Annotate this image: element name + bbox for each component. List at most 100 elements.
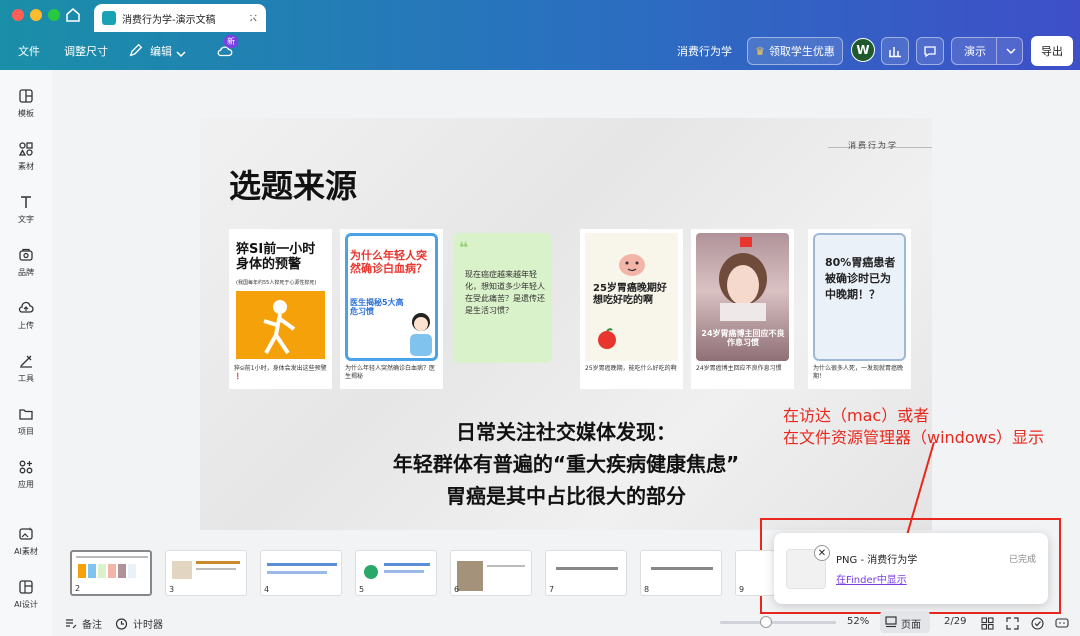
- card-headline: 24岁胃癌博主回应不良作息习惯: [701, 329, 785, 348]
- slide-thumbnail[interactable]: 8: [640, 550, 722, 596]
- slide-thumbnail[interactable]: 3: [165, 550, 247, 596]
- close-icon[interactable]: ✕: [814, 545, 830, 561]
- slide-title[interactable]: 选题来源: [229, 161, 357, 207]
- annotation-text: 在访达（mac）或者: [783, 406, 930, 425]
- home-icon[interactable]: [64, 6, 84, 26]
- minimize-window-button[interactable]: [30, 9, 42, 21]
- post-thumbnail: 猝SI前一小时身体的预警 (我国每年约55人猝死于心源性猝死): [234, 233, 327, 361]
- social-post-card[interactable]: 为什么年轻人突然确诊白血病？ 医生揭秘5大高危习惯 为什么年轻人突然确诊白血病？…: [340, 229, 443, 389]
- tools-icon: [20, 355, 32, 368]
- sidebar-item-projects[interactable]: 项目: [0, 406, 52, 450]
- comment-button[interactable]: [916, 37, 944, 65]
- slide-thumbnail[interactable]: 5: [355, 550, 437, 596]
- slide-body-line[interactable]: 年轻群体有普遍的“重大疾病健康焦虑”: [200, 448, 932, 477]
- apps-icon: [19, 460, 33, 474]
- app-logo-icon: [102, 11, 116, 25]
- chevron-down-icon[interactable]: [176, 44, 186, 63]
- close-window-button[interactable]: [12, 9, 24, 21]
- chat-icon[interactable]: [1055, 615, 1069, 634]
- present-button[interactable]: 演示: [951, 37, 1023, 65]
- tab-title: 消费行为学-演示文稿: [122, 14, 216, 26]
- slide-thumbnail[interactable]: 4: [260, 550, 342, 596]
- sidebar-item-tools[interactable]: 工具: [0, 353, 52, 397]
- sidebar-label: AI设计: [14, 600, 38, 609]
- page-view-toggle[interactable]: 页面: [880, 611, 930, 633]
- main-toolbar: 文件 调整尺寸 编辑 新 消费行为学 ♛ 领取学生优惠 W 演示 导出: [0, 32, 1080, 70]
- slide-thumbnail[interactable]: 9: [735, 550, 775, 596]
- social-post-card[interactable]: 猝SI前一小时身体的预警 (我国每年约55人猝死于心源性猝死) 猝si前1小时，…: [229, 229, 332, 389]
- face-sticker-icon: [619, 254, 645, 276]
- sidebar-item-templates[interactable]: 模板: [0, 88, 52, 132]
- sidebar-item-apps[interactable]: 应用: [0, 459, 52, 503]
- social-post-card[interactable]: 24岁胃癌博主回应不良作息习惯 24岁胃癌博主回应不良作息习惯: [691, 229, 794, 389]
- slide-number: 6: [454, 585, 460, 594]
- export-button[interactable]: 导出: [1031, 36, 1073, 66]
- present-dropdown-icon[interactable]: [996, 38, 1024, 64]
- slide-thumbnail[interactable]: 7: [545, 550, 627, 596]
- notes-button[interactable]: 备注: [82, 616, 102, 631]
- document-tab[interactable]: 消费行为学-演示文稿 ✕: [94, 4, 266, 32]
- post-thumbnail: 为什么年轻人突然确诊白血病？ 医生揭秘5大高危习惯: [345, 233, 438, 361]
- badge-icon: [740, 237, 752, 247]
- sidebar-label: 上传: [18, 321, 34, 330]
- zoom-level[interactable]: 52%: [847, 616, 869, 627]
- student-offer-label: 领取学生优惠: [768, 45, 835, 58]
- check-icon[interactable]: [1031, 615, 1044, 634]
- timer-icon: [115, 615, 128, 634]
- slide-body-line[interactable]: 胃癌是其中占比很大的部分: [200, 480, 932, 509]
- slide-topic: 消费行为学: [848, 141, 898, 150]
- document-name[interactable]: 消费行为学: [677, 43, 732, 59]
- present-label: 演示: [964, 45, 986, 58]
- show-in-finder-link[interactable]: 在Finder中显示: [836, 571, 907, 586]
- sidebar-item-elements[interactable]: 素材: [0, 141, 52, 185]
- quote-mark-icon: ❝: [459, 238, 469, 257]
- ai-design-icon: [19, 580, 33, 594]
- fullscreen-icon[interactable]: [1006, 615, 1019, 634]
- view-label: 页面: [901, 620, 921, 631]
- sidebar-item-text[interactable]: 文字: [0, 194, 52, 238]
- slide-number: 3: [169, 585, 175, 594]
- notes-icon: [64, 615, 77, 634]
- grid-view-icon[interactable]: [981, 615, 994, 634]
- doctor-illustration: [410, 313, 432, 356]
- ai-image-icon: [19, 527, 33, 540]
- file-menu[interactable]: 文件: [18, 43, 40, 59]
- card-caption: 猝si前1小时，身体会发出这些预警❗: [234, 365, 327, 380]
- resize-menu[interactable]: 调整尺寸: [64, 43, 108, 59]
- slide-thumbnail[interactable]: 6: [450, 550, 532, 596]
- sidebar-item-brand[interactable]: 品牌: [0, 247, 52, 291]
- zoom-slider-handle[interactable]: [760, 616, 772, 628]
- slide-thumbnail[interactable]: 2: [70, 550, 152, 596]
- student-offer-button[interactable]: ♛ 领取学生优惠: [747, 37, 843, 65]
- card-sub: 医生揭秘5大高危习惯: [350, 298, 404, 317]
- slide-number: 9: [739, 585, 745, 594]
- card-headline: 80%胃癌患者被确诊时已为中晚期！？: [825, 256, 896, 301]
- plus-icon[interactable]: +: [246, 7, 259, 26]
- analytics-button[interactable]: [881, 37, 909, 65]
- sidebar-label: 项目: [18, 427, 34, 436]
- edit-menu[interactable]: 编辑: [150, 43, 172, 59]
- illustration: [236, 291, 325, 359]
- social-post-card[interactable]: 25岁胃癌晚期好想吃好吃的啊 25岁胃癌晚期，能吃什么好吃的啊: [580, 229, 683, 389]
- slide-canvas[interactable]: 消费行为学 选题来源 猝SI前一小时身体的预警 (我国每年约55人猝死于心源性猝…: [200, 118, 932, 530]
- zoom-slider[interactable]: [720, 616, 836, 628]
- social-post-card[interactable]: ❝ 现在癌症越来越年轻化，想知道多少年轻人在受此痛苦？是遗传还是生活习惯？: [451, 229, 554, 389]
- status-bar: 备注 计时器 52% 页面 2/29: [52, 608, 1080, 636]
- timer-button[interactable]: 计时器: [133, 616, 163, 631]
- folder-icon: [19, 409, 33, 420]
- sidebar-label: 文字: [18, 215, 34, 224]
- sidebar-item-ai-design[interactable]: AI设计: [0, 579, 52, 623]
- template-icon: [19, 89, 33, 103]
- sidebar-item-ai-elements[interactable]: AI素材: [0, 526, 52, 570]
- slide-number: 8: [644, 585, 650, 594]
- sidebar-label: AI素材: [14, 547, 38, 556]
- social-post-card[interactable]: 80%胃癌患者被确诊时已为中晚期！？ 为什么很多人死，一发现就胃癌晚期！: [808, 229, 911, 389]
- sidebar-item-upload[interactable]: 上传: [0, 300, 52, 344]
- post-thumbnail: 25岁胃癌晚期好想吃好吃的啊: [585, 233, 678, 361]
- avatar[interactable]: W: [851, 38, 875, 62]
- upload-icon: [18, 301, 34, 313]
- notification-status: 已完成: [1008, 555, 1036, 565]
- sidebar-label: 应用: [18, 480, 34, 489]
- elements-icon: [18, 142, 33, 156]
- maximize-window-button[interactable]: [48, 9, 60, 21]
